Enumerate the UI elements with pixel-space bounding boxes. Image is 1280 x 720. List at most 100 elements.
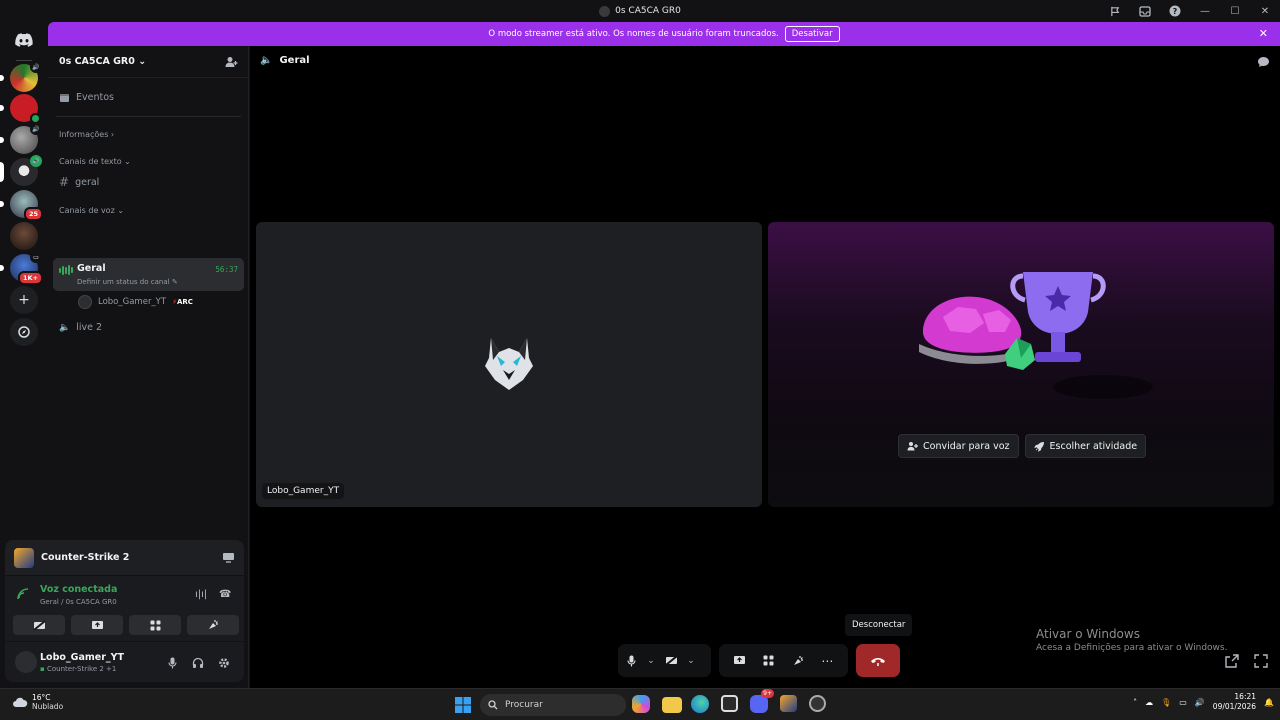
watermark-subtitle: Acesa a Definições para ativar o Windows… <box>1036 643 1228 653</box>
add-server-button[interactable]: + <box>10 286 38 314</box>
file-explorer-icon[interactable] <box>662 697 682 713</box>
channel-geral-text[interactable]: # geral <box>59 175 99 189</box>
notifications-icon[interactable]: 🔔 <box>1264 698 1274 707</box>
camera-off-icon <box>664 655 678 666</box>
weather-widget[interactable]: 16°C Nublado <box>12 693 63 711</box>
camera-button[interactable] <box>13 615 65 635</box>
user-name[interactable]: Lobo_Gamer_YT <box>40 652 124 663</box>
close-button[interactable]: ✕ <box>1250 0 1280 22</box>
guild-header[interactable]: 0s CA5CA GR0 ⌄ <box>48 46 248 78</box>
volume-icon[interactable]: 🔊 <box>1195 698 1205 707</box>
participant-tile[interactable]: Lobo_Gamer_YT <box>256 222 762 507</box>
help-icon[interactable]: ? <box>1160 0 1190 22</box>
disable-streamer-button[interactable]: Desativar <box>784 26 840 42</box>
server-current[interactable]: 🔊 <box>0 155 42 186</box>
voice-channel-geral[interactable]: Geral 56:37 Definir um status do canal ✎ <box>53 258 244 291</box>
server-6[interactable] <box>10 222 38 250</box>
mic-button[interactable] <box>165 656 179 670</box>
voice-location[interactable]: Geral / 0s CA5CA GR0 <box>40 598 117 606</box>
settings-button[interactable] <box>217 656 231 670</box>
flag-icon[interactable] <box>1100 0 1130 22</box>
fullscreen-icon[interactable] <box>1253 653 1269 669</box>
speaker-icon: 🔊 <box>30 61 42 73</box>
gear-icon <box>219 658 229 668</box>
activities-button[interactable] <box>129 615 181 635</box>
mic-camera-controls: ⌄ ⌄ <box>618 644 711 677</box>
mic-icon <box>167 657 177 669</box>
temperature: 16°C <box>32 693 51 702</box>
choose-activity-button[interactable]: Escolher atividade <box>1024 434 1147 458</box>
divider <box>56 116 241 117</box>
banner-close-icon[interactable]: ✕ <box>1259 27 1268 40</box>
mic-tray-icon[interactable]: 🎙 <box>1161 698 1171 707</box>
unread-pip <box>0 75 4 81</box>
camera-toggle[interactable] <box>658 648 684 674</box>
inbox-icon[interactable] <box>1130 0 1160 22</box>
add-member-icon[interactable] <box>225 56 238 68</box>
voice-category[interactable]: Canais de voz ⌄ <box>59 206 124 215</box>
server-5[interactable]: 25 <box>0 190 43 221</box>
soundboard-button[interactable] <box>785 648 811 674</box>
disconnect-button[interactable] <box>856 644 900 677</box>
info-category[interactable]: Informações › <box>59 130 114 139</box>
streamer-mode-banner: O modo streamer está ativo. Os nomes de … <box>48 22 1280 46</box>
onedrive-icon[interactable]: ☁ <box>1145 698 1153 707</box>
network-icon[interactable]: ▭ <box>1179 698 1187 707</box>
chevron-up-icon[interactable]: ˄ <box>1133 698 1137 707</box>
stream-game-icon[interactable] <box>222 552 235 563</box>
windows-taskbar: 16°C Nublado Procurar 9+ ˄ ☁ 🎙 ▭ 🔊 16:21… <box>0 688 1280 720</box>
mic-toggle[interactable] <box>618 648 644 674</box>
activity-illustration <box>919 272 1153 399</box>
store-icon[interactable] <box>721 695 738 712</box>
discord-taskbar-icon[interactable]: 9+ <box>750 689 774 713</box>
clock[interactable]: 16:21 09/01/2026 <box>1213 692 1256 712</box>
banner-message: O modo streamer está ativo. Os nomes de … <box>488 29 779 39</box>
mic-options[interactable]: ⌄ <box>644 648 658 674</box>
events-item[interactable]: Eventos <box>59 92 114 103</box>
voice-stage: 🔈 Geral Lobo_Gamer_YT Convidar para voz … <box>250 46 1280 688</box>
voice-channel-live2[interactable]: 🔈 live 2 <box>59 322 102 333</box>
weather-status: Nublado <box>32 702 64 711</box>
user-avatar[interactable] <box>15 651 37 673</box>
minimize-button[interactable]: — <box>1190 0 1220 22</box>
cs2-taskbar-icon[interactable] <box>780 695 797 712</box>
text-category[interactable]: Canais de texto ⌄ <box>59 157 131 166</box>
activities-button[interactable] <box>756 648 782 674</box>
invite-to-voice-button[interactable]: Convidar para voz <box>898 434 1019 458</box>
selected-pip <box>0 162 4 182</box>
avatar <box>78 295 92 309</box>
headphones-button[interactable] <box>191 656 205 670</box>
speaker-icon: 🔊 <box>30 155 42 167</box>
discover-button[interactable] <box>10 318 38 346</box>
noise-suppression-icon[interactable]: ı|ı| <box>195 589 207 600</box>
copilot-icon[interactable] <box>632 695 650 713</box>
server-1[interactable]: 🔊 <box>0 61 42 92</box>
server-3[interactable]: 🔊 <box>0 123 42 154</box>
voice-activity-icon <box>59 265 73 275</box>
taskbar-search[interactable]: Procurar <box>480 694 626 716</box>
server-7[interactable]: ▭ 1K+ <box>0 251 43 285</box>
notification-badge: 9+ <box>761 689 774 698</box>
windows-start-icon[interactable] <box>455 697 471 713</box>
rail-separator <box>16 60 32 61</box>
camera-options[interactable]: ⌄ <box>684 648 698 674</box>
maximize-button[interactable]: ☐ <box>1220 0 1250 22</box>
clock-date: 09/01/2026 <box>1212 702 1257 711</box>
share-screen-button[interactable] <box>71 615 123 635</box>
home-button[interactable] <box>10 26 38 54</box>
edge-icon[interactable] <box>691 695 709 713</box>
popout-icon[interactable] <box>1224 653 1240 669</box>
channel-status[interactable]: Definir um status do canal ✎ <box>77 278 178 286</box>
disconnect-icon[interactable]: ☎ <box>219 589 231 600</box>
chat-icon[interactable] <box>1257 56 1270 68</box>
voice-status[interactable]: Voz conectada <box>40 584 117 595</box>
chevron-down-icon: ⌄ <box>124 157 131 166</box>
soundboard-button[interactable] <box>187 615 239 635</box>
more-options-button[interactable]: ⋯ <box>814 648 840 674</box>
app-icon[interactable] <box>809 695 826 712</box>
voice-member[interactable]: Lobo_Gamer_YT ⚡ARC <box>78 294 193 310</box>
activity-label: Escolher atividade <box>1049 440 1138 452</box>
server-2[interactable] <box>0 94 41 124</box>
share-screen-button[interactable] <box>727 648 753 674</box>
speaker-icon: 🔈 <box>260 55 273 66</box>
